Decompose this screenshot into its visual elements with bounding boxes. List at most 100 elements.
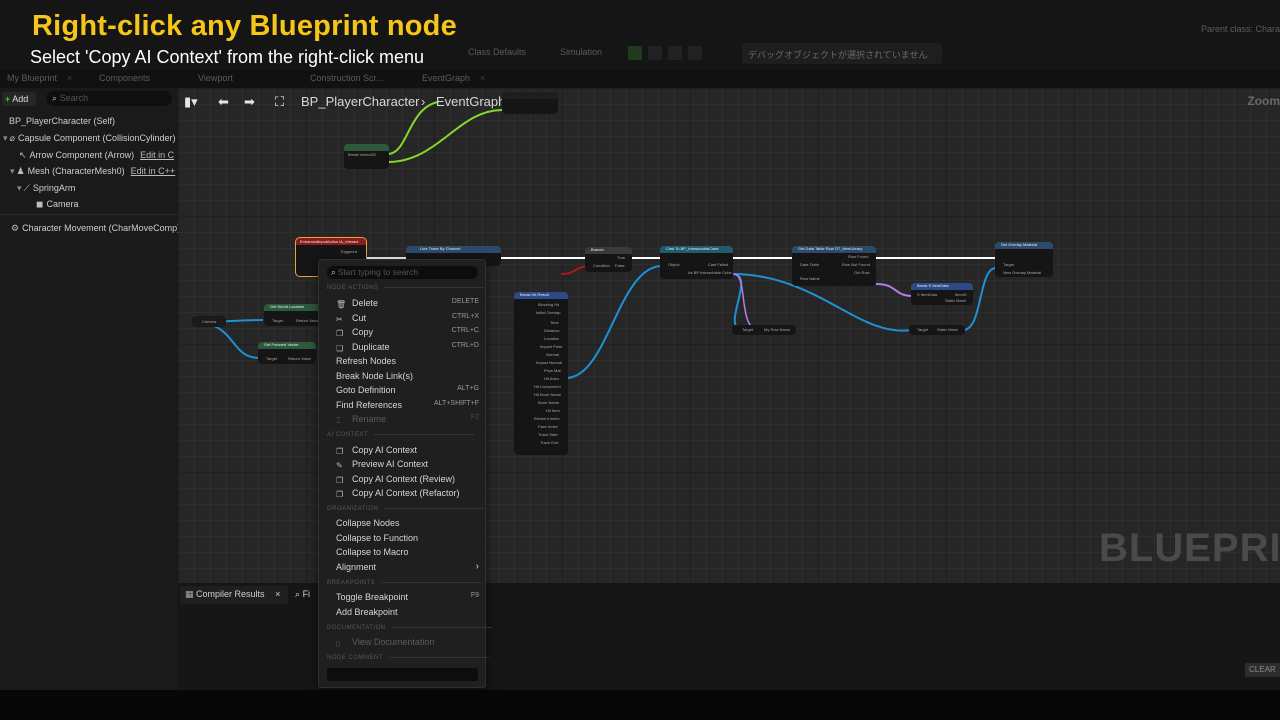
component-arrow[interactable]: ↖ Arrow Component (Arrow) Edit in C xyxy=(19,150,174,161)
menu-item-view-documentation[interactable]: ▯ View Documentation xyxy=(336,637,481,651)
node-title: Set Overlay Material xyxy=(1001,242,1038,247)
pin-label: S ItemData xyxy=(917,292,938,297)
expand-arrow-icon[interactable]: ▾ xyxy=(17,183,22,193)
menu-item-label: Collapse Nodes xyxy=(336,518,400,528)
debug-object-dropdown[interactable]: デバッグオブジェクトが選択されていません xyxy=(742,43,942,64)
node-break-item-data[interactable]: Break S ItemData S ItemData ItemID Stati… xyxy=(911,283,973,305)
expand-arrow-icon[interactable]: ▾ xyxy=(10,166,15,176)
pin-label: Blocking Hit xyxy=(538,302,560,307)
menu-item-alignment[interactable]: Alignment › xyxy=(336,561,481,576)
pin-label: Hit Actor xyxy=(544,376,560,381)
node-get-forward-vector[interactable]: Get Forward Vector Target Return Value xyxy=(258,342,316,364)
menu-item-collapse-nodes[interactable]: Collapse Nodes xyxy=(336,518,481,532)
tab-my-blueprint[interactable]: My Blueprint × xyxy=(7,73,72,83)
menu-item-find-references[interactable]: Find References ALT+SHIFT+F xyxy=(336,400,481,414)
menu-item-toggle-breakpoint[interactable]: Toggle Breakpoint F9 xyxy=(336,592,481,606)
node-my-row-name[interactable]: Target My Row Name xyxy=(732,325,796,335)
section-documentation: DOCUMENTATION xyxy=(327,625,492,631)
pin-label: Static Mesh xyxy=(937,327,958,332)
component-springarm[interactable]: ▾ ⟋ SpringArm xyxy=(17,183,75,194)
plus-icon: + xyxy=(5,94,11,104)
section-organization: ORGANIZATION xyxy=(327,506,484,512)
node-get-data-table-row[interactable]: Get Data Table Row DT_ItemLibrary Data T… xyxy=(792,246,876,286)
menu-item-delete[interactable]: 🗑 Delete DELETE xyxy=(336,298,481,312)
stop-icon[interactable] xyxy=(668,46,682,60)
component-capsule[interactable]: ▾ ⌀ Capsule Component (CollisionCylinder) xyxy=(3,133,176,144)
menu-item-collapse-to-macro[interactable]: Collapse to Macro xyxy=(336,547,481,561)
component-self[interactable]: BP_PlayerCharacter (Self) xyxy=(9,116,115,126)
simulation-button[interactable]: Simulation xyxy=(560,47,602,57)
node-break-vector[interactable]: Break Vector2D xyxy=(344,144,389,169)
menu-item-duplicate[interactable]: ❏ Duplicate CTRL+D xyxy=(336,342,481,356)
close-icon[interactable]: × xyxy=(480,73,485,83)
bookmark-icon[interactable]: ▮▾ xyxy=(184,94,198,110)
pin-label: Time xyxy=(550,320,559,325)
component-camera[interactable]: ◼ Camera xyxy=(36,199,79,210)
forward-arrow-icon[interactable]: ➡ xyxy=(244,94,255,110)
copy-icon: ❐ xyxy=(336,447,344,456)
menu-item-label: Copy AI Context (Refactor) xyxy=(352,488,460,498)
eject-icon[interactable] xyxy=(688,46,702,60)
back-arrow-icon[interactable]: ⬅ xyxy=(218,94,229,110)
class-defaults-button[interactable]: Class Defaults xyxy=(468,47,526,57)
menu-item-preview-ai-context[interactable]: ✎ Preview AI Context xyxy=(336,459,481,473)
menu-item-label: Copy AI Context (Review) xyxy=(352,474,456,484)
close-icon[interactable]: × xyxy=(275,589,280,599)
play-icon[interactable] xyxy=(628,46,642,60)
node-branch[interactable]: Branch Condition True False xyxy=(585,247,632,272)
clear-button[interactable]: CLEAR xyxy=(1245,663,1280,677)
node-get-world-location[interactable]: Get World Location Target Return Value xyxy=(264,304,322,326)
springarm-icon: ⟋ xyxy=(23,183,30,193)
tab-find-results[interactable]: ⌕ Fi xyxy=(291,586,314,603)
menu-item-break-links[interactable]: Break Node Link(s) xyxy=(336,371,481,385)
camera-icon: ◼ xyxy=(36,199,44,209)
breadcrumb-separator-icon: › xyxy=(421,94,426,109)
menu-item-add-breakpoint[interactable]: Add Breakpoint xyxy=(336,607,481,621)
breadcrumb-eventgraph[interactable]: EventGraph xyxy=(436,94,505,109)
menu-item-copy[interactable]: ❐ Copy CTRL+C xyxy=(336,327,481,341)
close-icon[interactable]: × xyxy=(67,73,72,83)
component-search-input[interactable]: ⌕ Search xyxy=(46,91,172,106)
edit-in-cpp-link[interactable]: Edit in C++ xyxy=(131,166,176,176)
struct-wire xyxy=(875,283,914,297)
tab-construction-script[interactable]: Construction Scr... xyxy=(310,73,384,83)
parent-class-label: Parent class: Chara xyxy=(1200,24,1280,34)
component-mesh[interactable]: ▾ ♟ Mesh (CharacterMesh0) Edit in C++ xyxy=(10,166,175,177)
menu-item-copy-ai-context[interactable]: ❐ Copy AI Context xyxy=(336,445,481,459)
step-icon[interactable] xyxy=(648,46,662,60)
menu-item-goto-definition[interactable]: Goto Definition ALT+G xyxy=(336,385,481,399)
section-node-comment: NODE COMMENT xyxy=(327,655,489,661)
menu-item-label: Copy xyxy=(352,327,374,337)
node-title: Break S ItemData xyxy=(917,283,949,288)
node-camera-getter[interactable]: Camera xyxy=(192,316,226,327)
tab-compiler-results[interactable]: ▦ Compiler Results × xyxy=(180,586,288,604)
node-static-mesh-getter[interactable]: Target Static Mesh xyxy=(909,325,965,335)
menu-search-input[interactable]: ⌕ Start typing to search xyxy=(327,266,478,279)
menu-item-cut[interactable]: ✂ Cut CTRL+X xyxy=(336,313,481,327)
add-component-button[interactable]: + Add xyxy=(2,92,36,106)
menu-item-refresh-nodes[interactable]: Refresh Nodes xyxy=(336,356,481,370)
node-comment-input[interactable] xyxy=(327,668,478,681)
node-cast-to-interactable-cube[interactable]: Cast To BP_InteractableCube Object Cast … xyxy=(660,246,733,279)
tab-components[interactable]: Components xyxy=(99,73,150,83)
component-character-movement[interactable]: ⚙ Character Movement (CharMoveComp) xyxy=(11,223,180,234)
breadcrumb-blueprint[interactable]: BP_PlayerCharacter xyxy=(301,94,420,109)
pin-label: Trace Start xyxy=(538,432,558,437)
menu-item-collapse-to-function[interactable]: Collapse to Function xyxy=(336,533,481,547)
edit-in-cpp-link[interactable]: Edit in C xyxy=(140,150,174,160)
menu-item-rename[interactable]: ⌶ Rename F2 xyxy=(336,414,481,428)
node-vector-op[interactable] xyxy=(502,92,558,114)
menu-item-copy-ai-context-refactor[interactable]: ❐ Copy AI Context (Refactor) xyxy=(336,488,481,502)
tab-eventgraph[interactable]: EventGraph × xyxy=(422,73,485,83)
menu-item-label: View Documentation xyxy=(352,637,435,647)
menu-item-copy-ai-context-review[interactable]: ❐ Copy AI Context (Review) xyxy=(336,474,481,488)
pin-label: Phys Mat xyxy=(544,368,561,373)
tab-label: Construction Scr... xyxy=(310,73,384,83)
tab-viewport[interactable]: Viewport xyxy=(198,73,233,83)
node-set-overlay-material[interactable]: Set Overlay Material Target New Overlay … xyxy=(995,242,1053,277)
node-break-hit-result[interactable]: Break Hit Result Blocking Hit Initial Ov… xyxy=(514,292,568,455)
search-placeholder: Search xyxy=(59,93,89,103)
expand-arrow-icon[interactable]: ▾ xyxy=(3,133,8,143)
menu-item-label: Collapse to Macro xyxy=(336,547,409,557)
pin-label: Target xyxy=(917,327,929,332)
